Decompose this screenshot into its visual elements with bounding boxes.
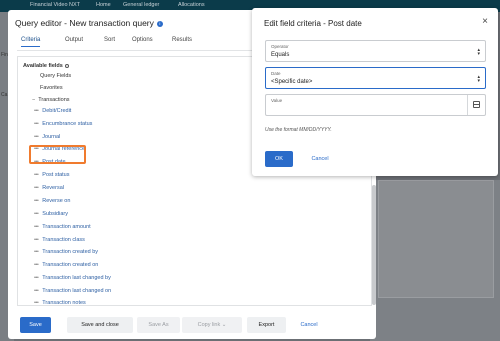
leaf-label: Subsidiary bbox=[42, 211, 68, 217]
date-label: Date bbox=[271, 71, 281, 76]
save-button[interactable]: Save bbox=[20, 317, 51, 333]
date-format-hint: Use the format MM/DD/YYYY. bbox=[265, 127, 332, 133]
tree-leaf-transaction-amount[interactable]: ••• Transaction amount bbox=[34, 224, 91, 230]
leaf-label: Debit/Credit bbox=[42, 108, 72, 114]
tree-leaf-transaction-last-changed-on[interactable]: ••• Transaction last changed on bbox=[34, 288, 111, 294]
value-date-input[interactable]: Value bbox=[265, 94, 486, 116]
calendar-button[interactable] bbox=[467, 95, 485, 115]
fields-header-text: Available fields bbox=[23, 63, 63, 69]
operator-label: Operator bbox=[271, 44, 289, 49]
save-as-button[interactable]: Save As bbox=[137, 317, 180, 333]
chevron-down-icon: ⌄ bbox=[221, 322, 227, 328]
tab-output[interactable]: Output bbox=[65, 37, 83, 43]
date-value: <Specific date> bbox=[271, 79, 313, 85]
tree-leaf-transaction-notes[interactable]: ••• Transaction notes bbox=[34, 300, 86, 306]
date-select[interactable]: Date <Specific date> ▴ ▾ bbox=[265, 67, 486, 89]
tree-item-query-fields[interactable]: Query Fields bbox=[40, 73, 71, 79]
calendar-icon bbox=[473, 101, 480, 108]
tab-criteria[interactable]: Criteria bbox=[21, 37, 41, 47]
edit-field-criteria-modal: Edit field criteria - Post date × Operat… bbox=[252, 8, 498, 176]
tree-group-transactions[interactable]: − Transactions bbox=[32, 97, 70, 103]
copy-link-label: Copy link bbox=[197, 322, 221, 328]
group-label: Transactions bbox=[38, 97, 70, 103]
scrollbar[interactable] bbox=[372, 185, 376, 305]
leaf-label: Transaction created on bbox=[42, 262, 99, 268]
bg-text: Ca bbox=[1, 92, 8, 98]
export-button[interactable]: Export bbox=[247, 317, 286, 333]
tab-options[interactable]: Options bbox=[132, 37, 153, 43]
tree-item-favorites[interactable]: Favorites bbox=[40, 85, 63, 91]
tree-leaf-transaction-created-by[interactable]: ••• Transaction created by bbox=[34, 249, 98, 255]
leaf-label: Transaction last changed on bbox=[42, 288, 112, 294]
topbar-home[interactable]: Home bbox=[96, 2, 111, 8]
tree-leaf-subsidiary[interactable]: ••• Subsidiary bbox=[34, 211, 68, 217]
close-icon[interactable]: × bbox=[482, 17, 488, 27]
tree-leaf-reverse-on[interactable]: ••• Reverse on bbox=[34, 198, 70, 204]
leaf-label: Transaction created by bbox=[42, 249, 99, 255]
leaf-label: Transaction class bbox=[42, 237, 85, 243]
tree-leaf-post-status[interactable]: ••• Post status bbox=[34, 172, 70, 178]
leaf-label: Journal bbox=[42, 134, 61, 140]
operator-select[interactable]: Operator Equals ▴ ▾ bbox=[265, 40, 486, 62]
tab-sort[interactable]: Sort bbox=[104, 37, 115, 43]
tree-leaf-encumbrance-status[interactable]: ••• Encumbrance status bbox=[34, 121, 92, 127]
topbar-allocations[interactable]: Allocations bbox=[178, 2, 205, 8]
leaf-label: Transaction amount bbox=[42, 224, 91, 230]
bg-text: Fin bbox=[1, 52, 8, 58]
leaf-label: Transaction notes bbox=[42, 300, 86, 306]
leaf-label: Post status bbox=[42, 172, 70, 178]
select-arrows-icon: ▴ ▾ bbox=[477, 74, 480, 84]
query-editor-title: Query editor - New transaction query i bbox=[15, 18, 163, 28]
modal-title: Edit field criteria - Post date bbox=[264, 19, 362, 28]
save-and-close-button[interactable]: Save and close bbox=[67, 317, 133, 333]
query-editor-footer: Save Save and close Save As Copy link ⌄ … bbox=[17, 317, 377, 333]
tree-leaf-debit-credit[interactable]: ••• Debit/Credit bbox=[34, 108, 71, 114]
copy-link-button[interactable]: Copy link ⌄ bbox=[182, 317, 242, 333]
background-right-panel bbox=[370, 180, 500, 341]
tree-leaf-transaction-class[interactable]: ••• Transaction class bbox=[34, 237, 85, 243]
cancel-button[interactable]: Cancel bbox=[291, 317, 327, 333]
tree-leaf-transaction-last-changed-by[interactable]: ••• Transaction last changed by bbox=[34, 275, 111, 281]
collapse-icon[interactable]: − bbox=[32, 97, 35, 103]
tree-leaf-reversal[interactable]: ••• Reversal bbox=[34, 185, 64, 191]
tab-results[interactable]: Results bbox=[172, 37, 192, 43]
leaf-label: Reverse on bbox=[42, 198, 71, 204]
bg-panel bbox=[378, 180, 494, 298]
leaf-label: Encumbrance status bbox=[42, 121, 93, 127]
select-arrows-icon: ▴ ▾ bbox=[477, 47, 480, 57]
leaf-label: Transaction last changed by bbox=[42, 275, 111, 281]
tree-leaf-transaction-created-on[interactable]: ••• Transaction created on bbox=[34, 262, 98, 268]
leaf-label: Reversal bbox=[42, 185, 64, 191]
info-icon[interactable]: i bbox=[156, 20, 163, 27]
post-date-highlight bbox=[29, 145, 86, 164]
modal-cancel-button[interactable]: Cancel bbox=[302, 151, 338, 167]
ok-button[interactable]: OK bbox=[265, 151, 293, 167]
available-fields-header: Available fields bbox=[23, 63, 69, 69]
topbar-general-ledger[interactable]: General ledger bbox=[123, 2, 159, 8]
tree-leaf-journal[interactable]: ••• Journal bbox=[34, 134, 60, 140]
search-icon[interactable] bbox=[64, 63, 69, 68]
topbar-app-name: Financial Video NXT bbox=[30, 2, 81, 8]
dialog-title-text: Query editor - New transaction query bbox=[15, 18, 154, 28]
operator-value: Equals bbox=[271, 52, 290, 58]
value-label: Value bbox=[271, 98, 283, 103]
